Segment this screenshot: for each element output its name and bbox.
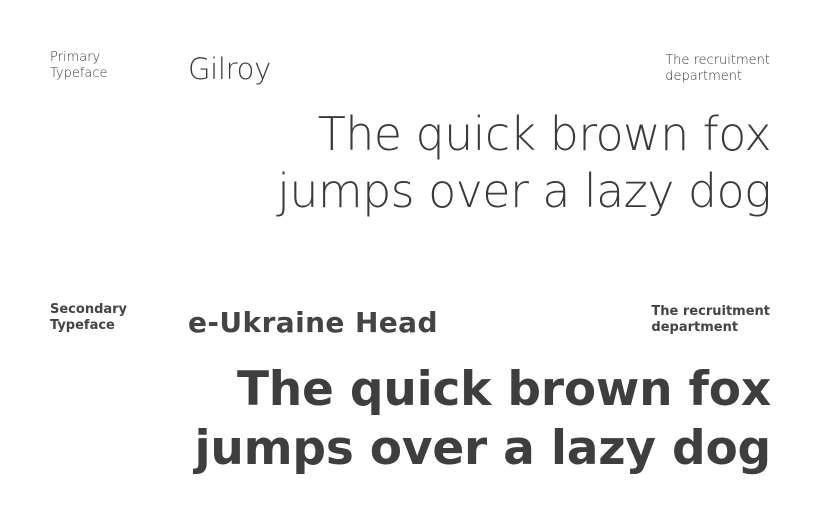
secondary-sample-text: The quick brown fox jumps over a lazy do… [194, 362, 771, 476]
secondary-typeface-name: e-Ukraine Head [188, 306, 438, 339]
primary-typeface-name: Gilroy [188, 52, 271, 86]
secondary-typeface-section: Secondary Typeface e-Ukraine Head The re… [0, 260, 822, 525]
secondary-typeface-label: Secondary Typeface [50, 302, 128, 333]
primary-typeface-section: Primary Typeface Gilroy The recruitment … [0, 0, 822, 260]
primary-typeface-label: Primary Typeface [50, 50, 108, 81]
secondary-department-text: The recruitment department [651, 304, 770, 335]
primary-sample-text: The quick brown fox jumps over a lazy do… [277, 107, 771, 218]
primary-department-text: The recruitment department [665, 53, 770, 84]
